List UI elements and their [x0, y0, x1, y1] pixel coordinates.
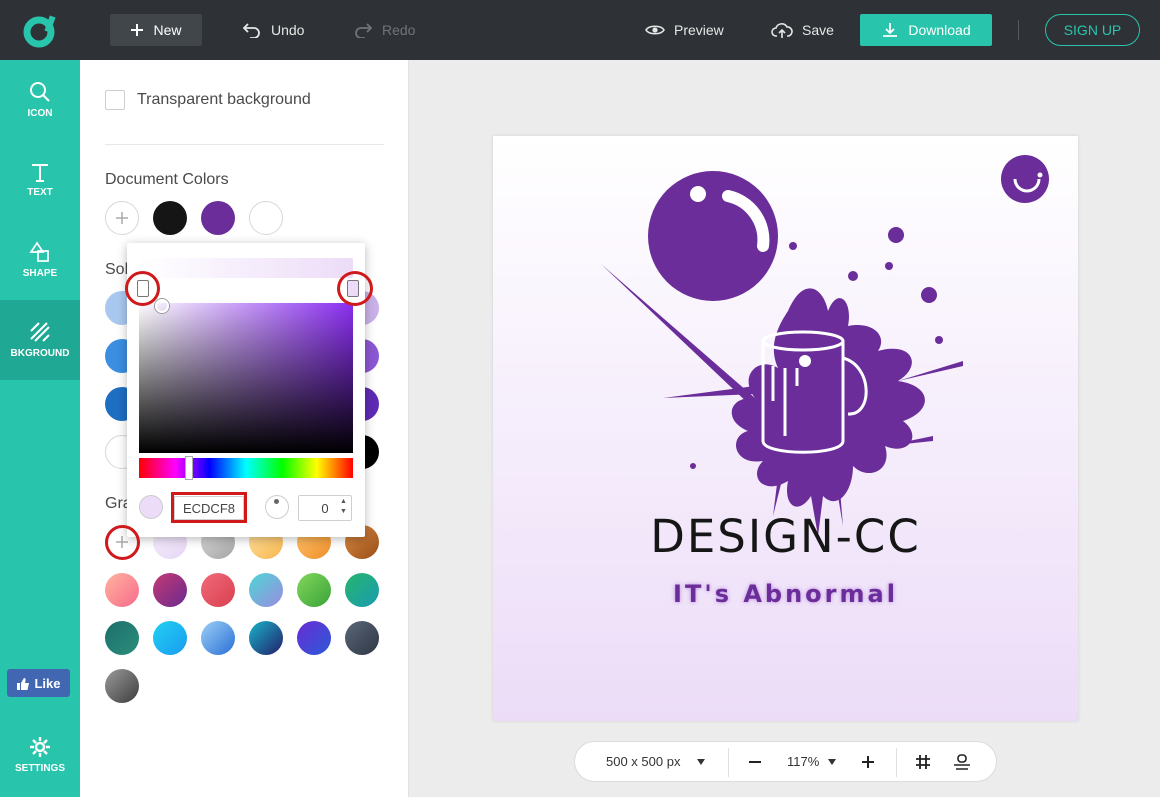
- gradient-angle-dial[interactable]: [265, 495, 289, 519]
- undo-icon: [242, 23, 260, 38]
- solid-colors-title: Sol: [105, 261, 129, 278]
- add-document-color-button[interactable]: [105, 201, 139, 235]
- gradient-swatch[interactable]: [249, 573, 283, 607]
- gear-icon: [30, 737, 50, 757]
- gradient-swatch[interactable]: [297, 573, 331, 607]
- undo-button[interactable]: Undo: [242, 14, 304, 46]
- rail-item-label: TEXT: [27, 187, 53, 198]
- redo-button[interactable]: Redo: [353, 14, 415, 46]
- search-icon: [30, 82, 50, 102]
- logo-icon: [23, 15, 56, 48]
- transparent-background-checkbox[interactable]: [105, 90, 125, 110]
- zoom-bar-divider: [728, 748, 729, 777]
- new-button-label: New: [153, 22, 182, 38]
- rail-item-text[interactable]: TEXT: [0, 140, 80, 220]
- gradient-swatch[interactable]: [153, 573, 187, 607]
- chevron-down-icon[interactable]: [828, 759, 836, 765]
- signup-button[interactable]: SIGN UP: [1045, 14, 1140, 46]
- transparent-background-option[interactable]: Transparent background: [105, 90, 311, 110]
- panel-divider: [105, 144, 384, 145]
- gradient-swatch[interactable]: [105, 621, 139, 655]
- save-button[interactable]: Save: [771, 14, 834, 46]
- app-logo[interactable]: [0, 0, 80, 60]
- download-button[interactable]: Download: [860, 14, 992, 46]
- shape-icon: [29, 241, 49, 262]
- highlight-ring-add-gradient: [105, 525, 140, 560]
- like-label: Like: [34, 675, 61, 691]
- redo-button-label: Redo: [382, 22, 416, 38]
- gradient-swatch[interactable]: [297, 621, 331, 655]
- rail-item-icon[interactable]: ICON: [0, 60, 80, 140]
- gradient-swatch[interactable]: [201, 621, 235, 655]
- design-canvas[interactable]: [493, 136, 1078, 721]
- facebook-like-button[interactable]: Like: [7, 669, 70, 697]
- saturation-value-area[interactable]: [139, 303, 353, 453]
- eye-icon: [645, 25, 665, 35]
- highlight-ring-start-stop: [125, 271, 160, 306]
- preview-button[interactable]: Preview: [645, 14, 724, 46]
- zoom-out-icon[interactable]: [749, 761, 761, 763]
- rail-item-label: ICON: [27, 108, 53, 119]
- selected-color-preview: [139, 495, 163, 519]
- gradient-swatch[interactable]: [105, 669, 139, 703]
- text-icon: [32, 164, 48, 182]
- saturation-handle[interactable]: [155, 299, 169, 313]
- highlight-ring-end-stop: [337, 271, 373, 306]
- angle-stepper[interactable]: ▲ ▼: [340, 497, 347, 517]
- top-toolbar: New Undo Redo Preview Save Download SIGN…: [0, 0, 1160, 60]
- plus-icon: [131, 24, 144, 36]
- align-center-icon[interactable]: [953, 754, 971, 770]
- gradient-swatch[interactable]: [201, 573, 235, 607]
- background-icon: [30, 322, 50, 342]
- gradient-swatch[interactable]: [105, 573, 139, 607]
- transparent-background-label: Transparent background: [137, 91, 311, 108]
- preview-button-label: Preview: [674, 22, 724, 38]
- download-icon: [883, 23, 898, 37]
- brand-name-text[interactable]: DESIGN-CC: [493, 510, 1078, 563]
- gradient-swatch[interactable]: [345, 573, 379, 607]
- rail-item-label: SETTINGS: [14, 763, 65, 774]
- hue-slider[interactable]: [139, 458, 353, 478]
- rail-item-label: BKGROUND: [10, 348, 70, 359]
- left-rail: ICON TEXT SHAPE BKGROUND Like SETTINGS: [0, 60, 80, 797]
- angle-dial-dot: [274, 499, 279, 504]
- hue-slider-handle[interactable]: [185, 456, 193, 480]
- document-color-swatch[interactable]: [201, 201, 235, 235]
- document-color-swatch[interactable]: [249, 201, 283, 235]
- document-colors-title: Document Colors: [105, 171, 229, 188]
- rail-item-settings[interactable]: SETTINGS: [0, 715, 80, 795]
- canvas-size-select[interactable]: 500 x 500 px: [606, 754, 680, 769]
- gradient-preview-bar[interactable]: [139, 258, 353, 278]
- highlight-box-hex-input: [171, 492, 247, 523]
- chevron-down-icon[interactable]: [697, 759, 705, 765]
- cloud-upload-icon: [771, 23, 793, 38]
- gradient-swatch[interactable]: [153, 621, 187, 655]
- rail-item-label: SHAPE: [22, 268, 58, 279]
- gradient-swatch[interactable]: [345, 621, 379, 655]
- document-color-swatch[interactable]: [153, 201, 187, 235]
- thumbs-up-icon: [17, 677, 30, 690]
- download-button-label: Download: [908, 22, 971, 38]
- rail-item-shape[interactable]: SHAPE: [0, 220, 80, 300]
- gradient-swatch[interactable]: [249, 621, 283, 655]
- zoom-level-select[interactable]: 117%: [787, 754, 819, 769]
- tagline-text[interactable]: IT's Abnormal: [493, 580, 1078, 608]
- gradient-stop-track[interactable]: [127, 278, 365, 300]
- toolbar-divider: [1018, 20, 1019, 40]
- rail-item-background[interactable]: BKGROUND: [0, 300, 80, 380]
- zoom-in-icon[interactable]: [862, 756, 874, 768]
- grid-icon[interactable]: [915, 754, 931, 770]
- logo-artwork: [601, 155, 1049, 536]
- undo-button-label: Undo: [271, 22, 305, 38]
- redo-icon: [355, 23, 373, 38]
- canvas-zoom-bar: 500 x 500 px 117%: [574, 741, 997, 782]
- signup-button-label: SIGN UP: [1063, 22, 1122, 38]
- plus-icon: [116, 212, 128, 224]
- new-button[interactable]: New: [110, 14, 202, 46]
- save-button-label: Save: [802, 22, 834, 38]
- zoom-bar-divider: [896, 748, 897, 777]
